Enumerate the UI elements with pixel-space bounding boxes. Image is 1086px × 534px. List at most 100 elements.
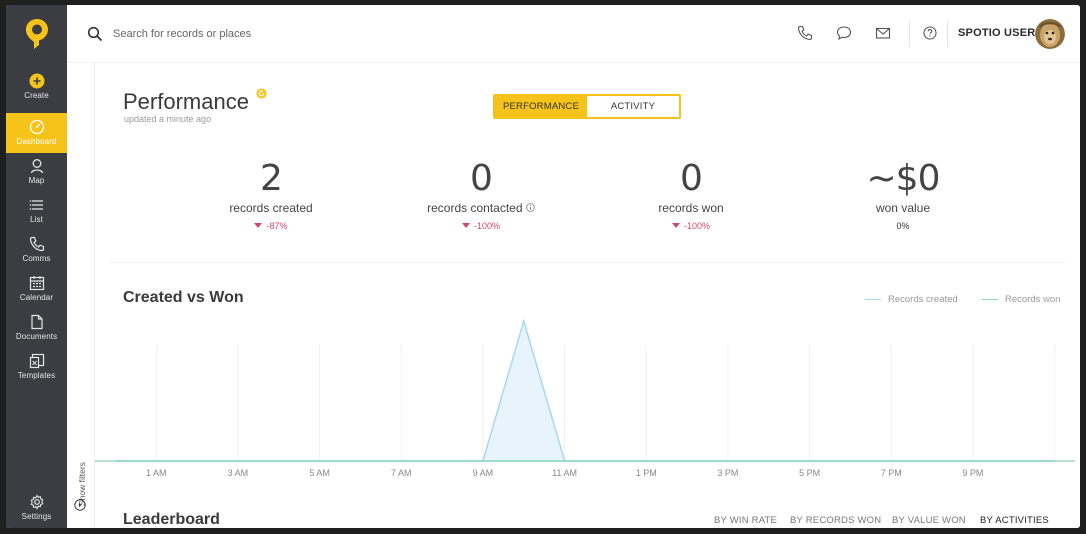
stat-change-value: -100% (683, 221, 710, 231)
tab-by-value-won[interactable]: BY VALUE WON (892, 515, 966, 526)
tab-performance[interactable]: PERFORMANCE (495, 96, 587, 117)
search-input[interactable] (113, 23, 413, 45)
tab-by-records-won[interactable]: BY RECORDS WON (790, 515, 881, 526)
refresh-icon[interactable] (256, 88, 267, 99)
user-name[interactable]: SPOTIO USER (958, 27, 1035, 39)
spotio-logo[interactable] (25, 18, 49, 50)
stat-label: records won (658, 201, 724, 215)
map-pin-icon (30, 159, 43, 174)
sidebar-item-label: Map (28, 176, 45, 185)
x-tick-label: 7 AM (391, 468, 412, 478)
stat-value: 0 (680, 158, 703, 199)
phone-icon (29, 236, 44, 252)
stat-records-contacted: 0 records contacted -100% (381, 159, 581, 231)
sidebar-item-documents[interactable]: Documents (6, 314, 67, 352)
show-filters-toggle[interactable]: Show filters (70, 451, 92, 511)
stat-change-value: -100% (473, 221, 500, 231)
stat-value: 0 (470, 158, 493, 199)
stat-records-created: 2 records created -87% (171, 158, 371, 232)
x-tick-label: 9 AM (473, 468, 494, 478)
header-divider (909, 21, 910, 47)
updated-timestamp: updated a minute ago (124, 114, 212, 124)
down-triangle-icon (461, 223, 470, 228)
search-icon[interactable] (87, 26, 103, 42)
gear-icon (30, 494, 43, 510)
plus-circle-icon (29, 73, 44, 89)
filters-strip: Show filters (67, 63, 95, 528)
sidebar-item-dashboard[interactable]: Dashboard (6, 113, 67, 153)
stat-value: 2 (260, 158, 283, 199)
stat-change: -100% (591, 221, 791, 231)
x-tick-label: 3 PM (717, 468, 738, 478)
stat-change: 0% (896, 221, 910, 231)
mail-icon[interactable] (875, 25, 891, 41)
chart-title: Created vs Won (123, 289, 244, 306)
x-tick-label: 7 PM (881, 468, 902, 478)
sidebar-item-create[interactable]: Create (6, 73, 67, 111)
sidebar-item-label: List (30, 215, 43, 224)
sidebar-item-label: Calendar (19, 293, 54, 302)
legend-item-records-created[interactable]: Records created (865, 294, 958, 305)
sidebar-item-settings[interactable]: Settings (6, 494, 67, 528)
tab-activity[interactable]: ACTIVITY (587, 96, 679, 117)
info-icon[interactable] (526, 203, 535, 212)
down-triangle-icon (254, 223, 263, 228)
stat-label-text: records contacted (427, 201, 523, 215)
x-tick-label: 1 PM (636, 468, 657, 478)
leaderboard-title: Leaderboard (123, 511, 220, 528)
stat-change: -100% (381, 221, 581, 231)
stat-won-value: ~$0 won value 0% (803, 158, 1003, 232)
calendar-icon (29, 276, 44, 291)
avatar[interactable] (1035, 19, 1065, 49)
x-tick-label: 1 AM (146, 468, 167, 478)
sidebar-item-label: Templates (17, 371, 56, 380)
document-icon (30, 314, 43, 330)
stat-label: records created (229, 201, 313, 215)
chevron-right-icon (74, 499, 86, 511)
tab-by-activities[interactable]: BY ACTIVITIES (980, 515, 1049, 526)
stat-records-won: 0 records won -100% (591, 158, 791, 232)
sidebar-item-map[interactable]: Map (6, 158, 67, 196)
stat-label: records contacted (381, 201, 581, 215)
x-tick-label: 9 PM (962, 468, 983, 478)
chat-icon[interactable] (836, 25, 852, 41)
help-icon[interactable] (922, 25, 938, 41)
series-area-0 (115, 321, 1055, 461)
x-tick-label: 11 AM (552, 468, 577, 478)
app-window: Create Dashboard Map List Comms Calendar… (6, 5, 1080, 528)
stat-change: -87% (171, 221, 371, 231)
view-toggle: PERFORMANCE ACTIVITY (493, 94, 681, 119)
legend-swatch (865, 299, 881, 300)
x-tick-label: 5 PM (799, 468, 820, 478)
sidebar-item-calendar[interactable]: Calendar (6, 275, 67, 313)
sidebar-item-list[interactable]: List (6, 197, 67, 235)
top-bar: SPOTIO USER (67, 5, 1080, 63)
sidebar-item-comms[interactable]: Comms (6, 236, 67, 274)
show-filters-label: Show filters (77, 462, 87, 506)
legend-swatch (982, 299, 998, 300)
legend-label: Records won (1005, 294, 1061, 305)
created-vs-won-chart: 1 AM 3 AM 5 AM 7 AM 9 AM 11 AM 1 PM 3 PM 5 PM 7 P… (95, 318, 1075, 478)
sidebar-item-label: Dashboard (16, 137, 57, 146)
legend-label: Records created (888, 294, 958, 305)
sidebar-item-label: Create (24, 91, 49, 100)
section-divider (109, 262, 1065, 263)
page-title: Performance (123, 89, 249, 114)
x-tick-label: 5 AM (309, 468, 330, 478)
legend-item-records-won[interactable]: Records won (982, 294, 1060, 305)
phone-icon[interactable] (797, 25, 813, 41)
sidebar-item-label: Settings (21, 512, 52, 521)
down-triangle-icon (671, 223, 680, 228)
sidebar-item-templates[interactable]: Templates (6, 353, 67, 391)
tab-by-win-rate[interactable]: BY WIN RATE (714, 515, 777, 526)
stat-value: ~$0 (866, 158, 941, 199)
sidebar-item-label: Comms (22, 254, 51, 263)
sidebar: Create Dashboard Map List Comms Calendar… (6, 5, 67, 528)
sidebar-item-label: Documents (15, 332, 58, 341)
header-divider (947, 21, 948, 47)
dashboard-content: Show filters Performance updated a minut… (67, 63, 1080, 528)
dashboard-icon (29, 119, 44, 135)
list-icon (29, 200, 43, 210)
stat-label: won value (875, 201, 931, 215)
series-line-0 (115, 318, 1055, 462)
